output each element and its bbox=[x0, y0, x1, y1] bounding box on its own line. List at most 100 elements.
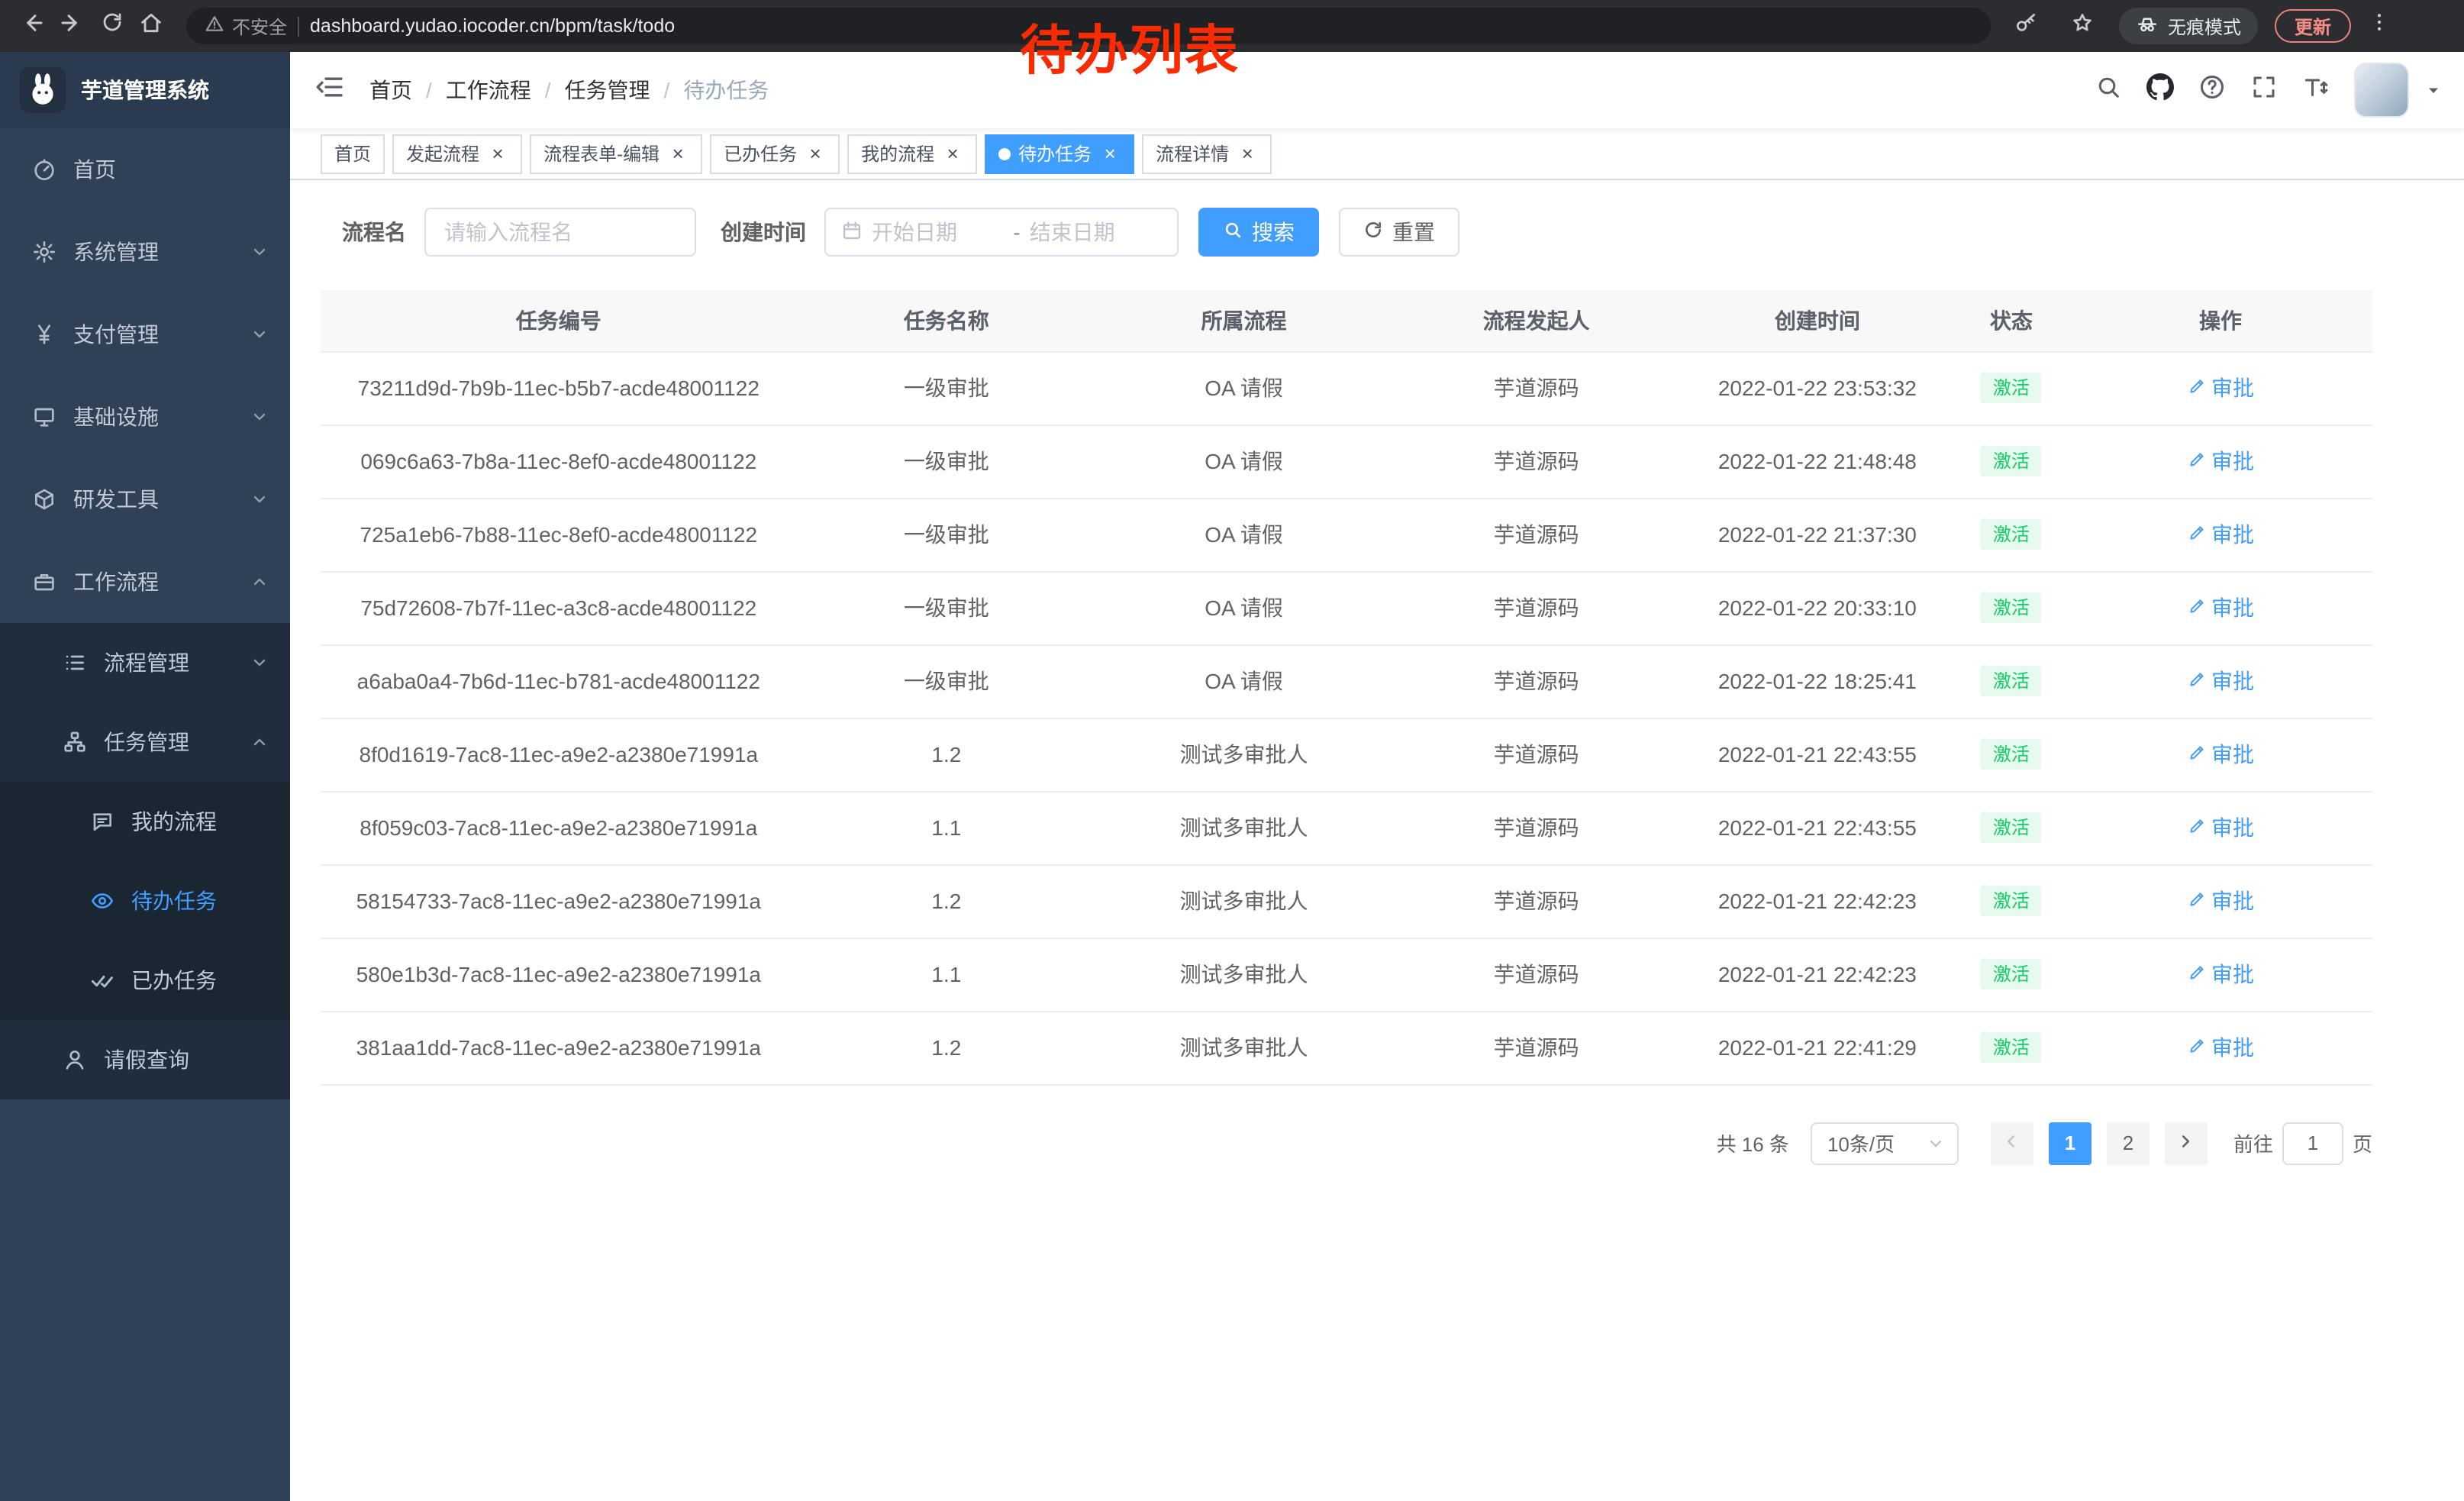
forward-button[interactable] bbox=[52, 6, 92, 46]
page-button-2[interactable]: 2 bbox=[2107, 1122, 2150, 1164]
cell-task-name: 一级审批 bbox=[797, 424, 1096, 498]
close-icon[interactable] bbox=[667, 143, 689, 164]
page-size-select[interactable]: 10条/页 bbox=[1811, 1122, 1959, 1164]
cell-task-name: 一级审批 bbox=[797, 644, 1096, 718]
cell-status: 激活 bbox=[1954, 424, 2069, 498]
sidebar-item-done-tasks[interactable]: 已办任务 bbox=[0, 941, 290, 1020]
goto-page-input[interactable] bbox=[2282, 1122, 2343, 1164]
cell-actions: 审批 bbox=[2069, 718, 2372, 791]
status-badge: 激活 bbox=[1981, 592, 2042, 624]
sidebar-item-my-processes[interactable]: 我的流程 bbox=[0, 782, 290, 861]
table-row: 58154733-7ac8-11ec-a9e2-a2380e71991a 1.2… bbox=[321, 864, 2372, 938]
sidebar-item-process-management[interactable]: 流程管理 bbox=[0, 623, 290, 702]
logo-bar[interactable]: 芋道管理系统 bbox=[0, 52, 290, 128]
tree-icon bbox=[61, 730, 89, 754]
star-icon bbox=[2070, 10, 2095, 42]
close-icon[interactable] bbox=[805, 143, 826, 164]
font-size-button[interactable] bbox=[2302, 73, 2330, 108]
approve-action-link[interactable]: 审批 bbox=[2187, 592, 2254, 623]
approve-action-link[interactable]: 审批 bbox=[2187, 812, 2254, 843]
search-button[interactable] bbox=[2095, 73, 2122, 108]
breadcrumb-workflow[interactable]: 工作流程 bbox=[412, 75, 531, 105]
sidebar-item-workflow[interactable]: 工作流程 bbox=[0, 541, 290, 623]
cell-task-name: 1.1 bbox=[797, 938, 1096, 1011]
approve-action-link[interactable]: 审批 bbox=[2187, 446, 2254, 476]
sidebar-item-home[interactable]: 首页 bbox=[0, 128, 290, 211]
reload-button[interactable] bbox=[92, 6, 131, 46]
sidebar-item-leave-query[interactable]: 请假查询 bbox=[0, 1020, 290, 1099]
approve-action-link[interactable]: 审批 bbox=[2187, 373, 2254, 403]
help-button[interactable] bbox=[2198, 73, 2226, 108]
page-button-1[interactable]: 1 bbox=[2049, 1122, 2091, 1164]
close-icon[interactable] bbox=[487, 143, 508, 164]
approve-action-link[interactable]: 审批 bbox=[2187, 959, 2254, 989]
sidebar-item-label: 已办任务 bbox=[131, 965, 217, 996]
date-range-picker[interactable]: 开始日期 - 结束日期 bbox=[824, 208, 1179, 257]
sidebar-item-devtools[interactable]: 研发工具 bbox=[0, 458, 290, 541]
table-row: 580e1b3d-7ac8-11ec-a9e2-a2380e71991a 1.1… bbox=[321, 938, 2372, 1011]
tag-process-detail[interactable]: 流程详情 bbox=[1142, 134, 1272, 173]
breadcrumb-task-management[interactable]: 任务管理 bbox=[531, 75, 650, 105]
close-icon[interactable] bbox=[942, 143, 963, 164]
user-avatar[interactable] bbox=[2354, 63, 2409, 118]
breadcrumb-home[interactable]: 首页 bbox=[369, 75, 412, 105]
status-badge: 激活 bbox=[1981, 666, 2042, 697]
table-row: 8f0d1619-7ac8-11ec-a9e2-a2380e71991a 1.2… bbox=[321, 718, 2372, 791]
page-content: 流程名 创建时间 开始日期 - 结束日期 搜索 重 bbox=[290, 180, 2464, 1164]
tag-label: 已办任务 bbox=[724, 140, 797, 166]
sidebar-item-todo-tasks[interactable]: 待办任务 bbox=[0, 861, 290, 941]
approve-action-link[interactable]: 审批 bbox=[2187, 519, 2254, 550]
col-task-name: 任务名称 bbox=[797, 290, 1096, 351]
bookmark-star-button[interactable] bbox=[2062, 6, 2102, 46]
tag-todo-tasks[interactable]: 待办任务 bbox=[985, 134, 1134, 173]
cell-process: OA 请假 bbox=[1096, 351, 1392, 424]
process-name-input[interactable] bbox=[424, 208, 696, 257]
tag-start-process[interactable]: 发起流程 bbox=[392, 134, 522, 173]
update-button[interactable]: 更新 bbox=[2275, 9, 2351, 43]
tag-process-form-edit[interactable]: 流程表单-编辑 bbox=[530, 134, 702, 173]
sidebar-item-system[interactable]: 系统管理 bbox=[0, 211, 290, 293]
sidebar-item-payment[interactable]: 支付管理 bbox=[0, 293, 290, 376]
prev-page-button[interactable] bbox=[1991, 1122, 2033, 1164]
tag-done-tasks[interactable]: 已办任务 bbox=[710, 134, 840, 173]
cell-task-name: 1.2 bbox=[797, 718, 1096, 791]
tag-my-processes[interactable]: 我的流程 bbox=[847, 134, 977, 173]
approve-action-link[interactable]: 审批 bbox=[2187, 1032, 2254, 1063]
cell-actions: 审批 bbox=[2069, 571, 2372, 644]
cell-process: OA 请假 bbox=[1096, 498, 1392, 571]
security-indicator[interactable]: 不安全 bbox=[205, 13, 287, 39]
fullscreen-button[interactable] bbox=[2250, 73, 2278, 108]
sidebar-item-label: 首页 bbox=[73, 154, 116, 185]
cell-create-time: 2022-01-22 21:37:30 bbox=[1681, 498, 1954, 571]
sidebar-collapse-button[interactable] bbox=[314, 71, 345, 109]
table-row: 069c6a63-7b8a-11ec-8ef0-acde48001122 一级审… bbox=[321, 424, 2372, 498]
chrome-menu-button[interactable] bbox=[2368, 11, 2391, 41]
col-initiator: 流程发起人 bbox=[1392, 290, 1681, 351]
sidebar-item-task-management[interactable]: 任务管理 bbox=[0, 702, 290, 782]
approve-action-link[interactable]: 审批 bbox=[2187, 666, 2254, 696]
cell-actions: 审批 bbox=[2069, 498, 2372, 571]
end-date-placeholder: 结束日期 bbox=[1030, 217, 1162, 247]
pencil-icon bbox=[2187, 449, 2205, 473]
close-icon[interactable] bbox=[1099, 143, 1121, 164]
sidebar-item-infrastructure[interactable]: 基础设施 bbox=[0, 376, 290, 458]
create-time-label: 创建时间 bbox=[721, 217, 806, 247]
tag-home[interactable]: 首页 bbox=[321, 134, 385, 173]
reset-button[interactable]: 重置 bbox=[1339, 208, 1459, 257]
status-badge: 激活 bbox=[1981, 519, 2042, 550]
cell-create-time: 2022-01-22 18:25:41 bbox=[1681, 644, 1954, 718]
password-key-button[interactable] bbox=[2006, 6, 2046, 46]
next-page-button[interactable] bbox=[2165, 1122, 2208, 1164]
status-badge: 激活 bbox=[1981, 1032, 2042, 1064]
approve-action-link[interactable]: 审批 bbox=[2187, 886, 2254, 916]
caret-down-icon[interactable] bbox=[2424, 81, 2443, 99]
search-button-primary[interactable]: 搜索 bbox=[1198, 208, 1319, 257]
address-bar[interactable]: 不安全 dashboard.yudao.iocoder.cn/bpm/task/… bbox=[186, 8, 1991, 44]
home-button[interactable] bbox=[131, 6, 171, 46]
pencil-icon bbox=[2187, 522, 2205, 547]
back-button[interactable] bbox=[12, 6, 52, 46]
close-icon[interactable] bbox=[1237, 143, 1258, 164]
chat-icon bbox=[89, 809, 116, 834]
github-button[interactable] bbox=[2146, 73, 2174, 108]
approve-action-link[interactable]: 审批 bbox=[2187, 739, 2254, 770]
